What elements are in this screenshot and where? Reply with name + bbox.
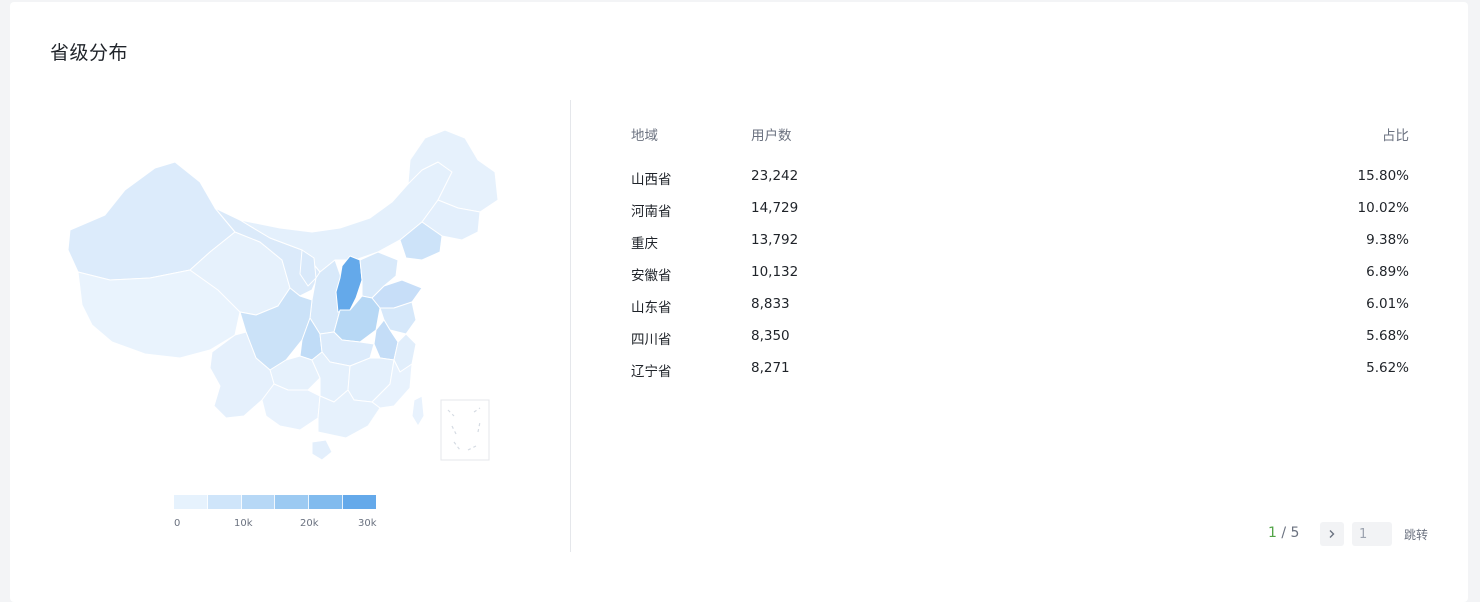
next-page-button[interactable]: [1320, 522, 1344, 546]
cell-region: 安徽省: [631, 268, 672, 284]
header-region: 地域: [631, 128, 658, 144]
map-legend: 0 10k 20k 30k: [174, 495, 377, 535]
legend-segment: [207, 495, 242, 509]
cell-users: 10,132: [751, 264, 799, 280]
region-hainan[interactable]: [311, 439, 333, 461]
table-header: 地域 用户数 占比: [631, 120, 1409, 160]
legend-segment: [275, 495, 310, 509]
legend-segment: [343, 495, 376, 509]
cell-region: 山东省: [631, 300, 672, 316]
cell-region: 辽宁省: [631, 364, 672, 380]
cell-users: 23,242: [751, 168, 799, 184]
page-jump-input[interactable]: [1352, 522, 1392, 546]
header-pct: 占比: [1382, 128, 1409, 144]
cell-pct: 9.38%: [1366, 232, 1409, 248]
legend-tick-30k: 30k: [358, 518, 377, 529]
header-users: 用户数: [751, 128, 792, 144]
table-row: 重庆 13,792 9.38%: [631, 228, 1409, 260]
legend-tick-10k: 10k: [234, 518, 253, 529]
table-row: 安徽省 10,132 6.89%: [631, 260, 1409, 292]
province-distribution-card: 省级分布 0 10k 20k 30k 地域 用户数 占比 山西省 23,242 …: [10, 2, 1468, 602]
table-row: 山西省 23,242 15.80%: [631, 164, 1409, 196]
page-separator: /: [1276, 525, 1291, 541]
cell-pct: 10.02%: [1357, 200, 1409, 216]
legend-segment: [309, 495, 344, 509]
region-taiwan[interactable]: [411, 395, 425, 427]
card-title: 省级分布: [50, 42, 129, 64]
cell-region: 山西省: [631, 172, 672, 188]
legend-segment: [174, 495, 208, 509]
cell-users: 8,833: [751, 296, 790, 312]
table-row: 四川省 8,350 5.68%: [631, 324, 1409, 356]
jump-button[interactable]: 跳转: [1404, 526, 1428, 543]
cell-pct: 6.01%: [1366, 296, 1409, 312]
legend-segment: [241, 495, 276, 509]
legend-tick-0: 0: [174, 518, 181, 529]
cell-region: 河南省: [631, 204, 672, 220]
cell-region: 四川省: [631, 332, 672, 348]
cell-pct: 15.80%: [1357, 168, 1409, 184]
china-map[interactable]: [50, 120, 510, 470]
south-china-sea-inset: [440, 399, 490, 461]
table-row: 河南省 14,729 10.02%: [631, 196, 1409, 228]
total-pages: 5: [1290, 525, 1300, 541]
table-row: 山东省 8,833 6.01%: [631, 292, 1409, 324]
cell-region: 重庆: [631, 236, 658, 252]
cell-pct: 5.68%: [1366, 328, 1409, 344]
table-row: 辽宁省 8,271 5.62%: [631, 356, 1409, 388]
province-table: 地域 用户数 占比 山西省 23,242 15.80% 河南省 14,729 1…: [631, 120, 1409, 388]
vertical-divider: [570, 100, 571, 552]
cell-users: 8,271: [751, 360, 790, 376]
cell-pct: 5.62%: [1366, 360, 1409, 376]
current-page: 1: [1268, 525, 1277, 541]
page-indicator: 1 / 5: [1268, 525, 1299, 541]
region-guangxi[interactable]: [261, 383, 321, 431]
pagination: 1 / 5 跳转: [1268, 522, 1448, 546]
cell-users: 13,792: [751, 232, 799, 248]
china-map-svg: [67, 129, 499, 461]
cell-users: 14,729: [751, 200, 799, 216]
cell-pct: 6.89%: [1366, 264, 1409, 280]
cell-users: 8,350: [751, 328, 790, 344]
legend-tick-20k: 20k: [300, 518, 319, 529]
chevron-right-icon: [1329, 530, 1335, 538]
legend-gradient-bar: [174, 495, 376, 509]
